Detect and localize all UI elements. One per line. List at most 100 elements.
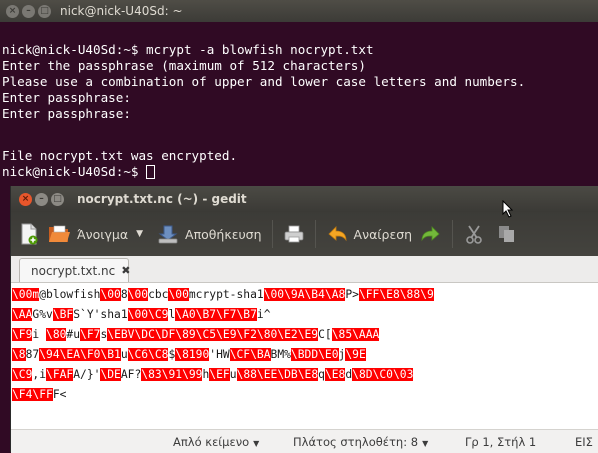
copy-button[interactable] bbox=[497, 223, 517, 245]
undo-button[interactable]: Αναίρεση bbox=[326, 223, 412, 245]
cursor-position: Γρ 1, Στήλ 1 bbox=[465, 435, 537, 449]
text-segment: u bbox=[120, 348, 128, 361]
print-button[interactable] bbox=[283, 223, 305, 245]
terminal-prompt: nick@nick-U40Sd:~$ bbox=[2, 164, 147, 179]
text-segment: @blowfish bbox=[39, 288, 101, 301]
chevron-down-icon: ▼ bbox=[422, 439, 429, 448]
text-segment: i bbox=[32, 328, 47, 341]
terminal-close-icon[interactable]: × bbox=[6, 4, 19, 18]
gedit-title: nocrypt.txt.nc (~) - gedit bbox=[77, 192, 247, 206]
escaped-byte-segment: \FF\E8\88\9 bbox=[358, 288, 434, 301]
text-segment: 87 bbox=[25, 348, 40, 361]
escaped-byte-segment: \C6\C8 bbox=[127, 348, 169, 361]
escaped-byte-segment: \8190 bbox=[175, 348, 210, 361]
escaped-byte-segment: \88\EE\DB\E8 bbox=[236, 368, 319, 381]
new-document-button[interactable] bbox=[19, 222, 39, 246]
redo-button[interactable] bbox=[420, 223, 442, 245]
gedit-toolbar: Άνοιγμα ▼ Αποθήκευση Αναίρεση bbox=[11, 212, 598, 256]
text-segment: A/}' bbox=[73, 368, 101, 381]
cut-button[interactable] bbox=[463, 223, 485, 245]
tab-nocrypt[interactable]: nocrypt.txt.nc ✖ bbox=[19, 258, 130, 282]
escaped-byte-segment: \8D\C0\03 bbox=[352, 368, 414, 381]
terminal-line: Enter the passphrase (maximum of 512 cha… bbox=[2, 58, 366, 73]
escaped-byte-segment: \F7 bbox=[80, 328, 101, 341]
editor-line: \00m@blowfish\008\00cbc\00mcrypt-sha1\00… bbox=[12, 287, 434, 303]
terminal-line: File nocrypt.txt was encrypted. bbox=[2, 148, 238, 163]
escaped-byte-segment: \8 bbox=[12, 348, 26, 361]
close-icon[interactable]: × bbox=[19, 192, 32, 206]
editor-line: \C9,i\FAFA/}'\DEAF?\83\91\99h\EFu\88\EE\… bbox=[12, 367, 414, 383]
editor-line: \F4\FFF< bbox=[12, 387, 67, 403]
editor-line: \AAG%v\BFS`Y'sha1\00\C9l\A0\B7\F7\B7i^ bbox=[12, 307, 271, 323]
minimize-icon[interactable]: – bbox=[35, 192, 48, 206]
insert-mode: ΕΙΣ bbox=[575, 435, 593, 449]
text-segment: i^ bbox=[256, 308, 271, 321]
escaped-byte-segment: \80 bbox=[46, 328, 67, 341]
cut-icon bbox=[466, 225, 482, 244]
tab-label: nocrypt.txt.nc bbox=[31, 263, 116, 278]
text-segment: cbc bbox=[148, 288, 169, 301]
editor-text-area[interactable]: \00m@blowfish\008\00cbc\00mcrypt-sha1\00… bbox=[11, 283, 598, 429]
escaped-byte-segment: \83\91\99 bbox=[141, 368, 203, 381]
tab-width-label: Πλάτος στηλοθέτη: 8 bbox=[293, 435, 419, 449]
chevron-down-icon: ▼ bbox=[253, 439, 260, 448]
escaped-byte-segment: \E8 bbox=[324, 368, 346, 381]
text-segment: ,i bbox=[32, 368, 47, 381]
print-icon bbox=[284, 225, 303, 243]
save-button[interactable]: Αποθήκευση bbox=[157, 223, 262, 245]
mouse-pointer-icon bbox=[502, 200, 514, 218]
text-segment: u bbox=[229, 368, 237, 381]
text-segment: G%v bbox=[32, 308, 53, 321]
escaped-byte-segment: \EBV\DC\DF\89\C5\E9\F2\80\E2\E9 bbox=[107, 328, 319, 341]
folder-open-icon bbox=[49, 225, 70, 242]
terminal-line: Enter passphrase: bbox=[2, 106, 131, 121]
escaped-byte-segment: \AA bbox=[12, 308, 33, 321]
text-segment: S`Y'sha1 bbox=[73, 308, 128, 321]
undo-icon bbox=[327, 226, 346, 242]
escaped-byte-segment: \00 bbox=[100, 288, 121, 301]
escaped-byte-segment: \BF bbox=[52, 308, 74, 321]
syntax-selector[interactable]: Απλό κείμενο ▼ bbox=[173, 435, 259, 449]
terminal-minimize-icon[interactable]: – bbox=[22, 4, 35, 18]
text-segment: P> bbox=[345, 288, 359, 301]
copy-icon bbox=[499, 226, 515, 242]
escaped-byte-segment: \00 bbox=[127, 288, 149, 301]
terminal-line: Enter passphrase: bbox=[2, 90, 131, 105]
tab-bar: nocrypt.txt.nc ✖ bbox=[11, 256, 598, 283]
text-segment: 'HW bbox=[209, 348, 230, 361]
escaped-byte-segment: \F9 bbox=[12, 328, 33, 341]
open-button[interactable]: Άνοιγμα ▼ bbox=[47, 223, 143, 245]
tab-width-selector[interactable]: Πλάτος στηλοθέτη: 8 ▼ bbox=[293, 435, 428, 449]
maximize-icon[interactable]: □ bbox=[51, 192, 64, 206]
escaped-byte-segment: \00\9A\B4\A8 bbox=[263, 288, 346, 301]
terminal-line: Please use a combination of upper and lo… bbox=[2, 74, 526, 89]
new-document-icon bbox=[21, 223, 38, 245]
text-segment: 8 bbox=[120, 288, 128, 301]
escaped-byte-segment: \00 bbox=[168, 288, 189, 301]
escaped-byte-segment: \CF\BA bbox=[229, 348, 271, 361]
text-segment: BM% bbox=[270, 348, 291, 361]
text-segment: mcrypt-sha1 bbox=[188, 288, 264, 301]
redo-icon bbox=[421, 226, 440, 242]
editor-line: \887\94\EA\F0\B1u\C6\C8$\8190'HW\CF\BABM… bbox=[12, 347, 366, 363]
text-segment: C[ bbox=[318, 328, 332, 341]
escaped-byte-segment: \9E bbox=[345, 348, 366, 361]
escaped-byte-segment: \85\AAA bbox=[331, 328, 380, 341]
escaped-byte-segment: \94\EA\F0\B1 bbox=[39, 348, 121, 361]
escaped-byte-segment: \FAF bbox=[46, 368, 74, 381]
tab-close-icon[interactable]: ✖ bbox=[121, 264, 130, 277]
text-segment: q bbox=[318, 368, 325, 381]
escaped-byte-segment: \00\C9 bbox=[127, 308, 169, 321]
escaped-byte-segment: \A0\B7\F7\B7 bbox=[175, 308, 257, 321]
escaped-byte-segment: \DE bbox=[100, 368, 121, 381]
terminal-line: nick@nick-U40Sd:~$ mcrypt -a blowfish no… bbox=[2, 42, 374, 57]
open-dropdown-icon[interactable]: ▼ bbox=[136, 229, 143, 239]
escaped-byte-segment: \BDD\E0 bbox=[290, 348, 339, 361]
text-segment: AF? bbox=[120, 368, 142, 381]
terminal-prompt-line: nick@nick-U40Sd:~$ bbox=[2, 164, 156, 180]
escaped-byte-segment: \F4\FF bbox=[12, 388, 53, 401]
escaped-byte-segment: \00m bbox=[12, 288, 40, 301]
terminal-maximize-icon[interactable]: □ bbox=[38, 4, 51, 18]
save-label: Αποθήκευση bbox=[185, 226, 262, 242]
text-segment: F< bbox=[52, 388, 67, 401]
